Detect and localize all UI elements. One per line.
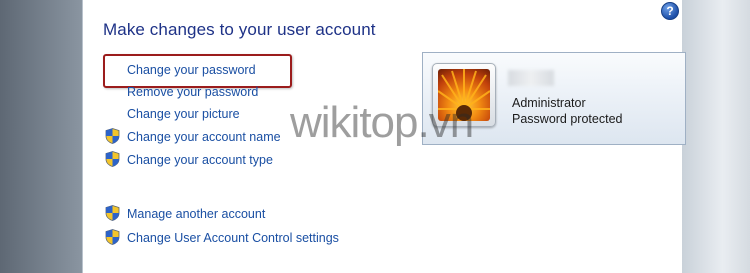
uac-shield-icon (105, 128, 120, 144)
change-account-name-link[interactable]: Change your account name (127, 130, 281, 144)
help-icon[interactable]: ? (661, 2, 679, 20)
remove-password-link[interactable]: Remove your password (127, 85, 258, 99)
change-uac-settings-link[interactable]: Change User Account Control settings (127, 231, 339, 245)
uac-shield-icon (105, 205, 120, 221)
uac-shield-icon (105, 229, 120, 245)
desktop-left-background (0, 0, 82, 273)
change-picture-link[interactable]: Change your picture (127, 107, 240, 121)
blurred-username (508, 70, 554, 86)
change-account-type-link[interactable]: Change your account type (127, 153, 273, 167)
account-status-label: Password protected (512, 112, 623, 126)
page-title: Make changes to your user account (103, 20, 376, 39)
uac-shield-icon (105, 151, 120, 167)
manage-another-account-link[interactable]: Manage another account (127, 207, 265, 221)
account-type-label: Administrator (512, 96, 586, 110)
window-right-edge (682, 0, 750, 273)
change-password-link[interactable]: Change your password (127, 63, 256, 77)
watermark: wikitop.vn (290, 98, 474, 147)
